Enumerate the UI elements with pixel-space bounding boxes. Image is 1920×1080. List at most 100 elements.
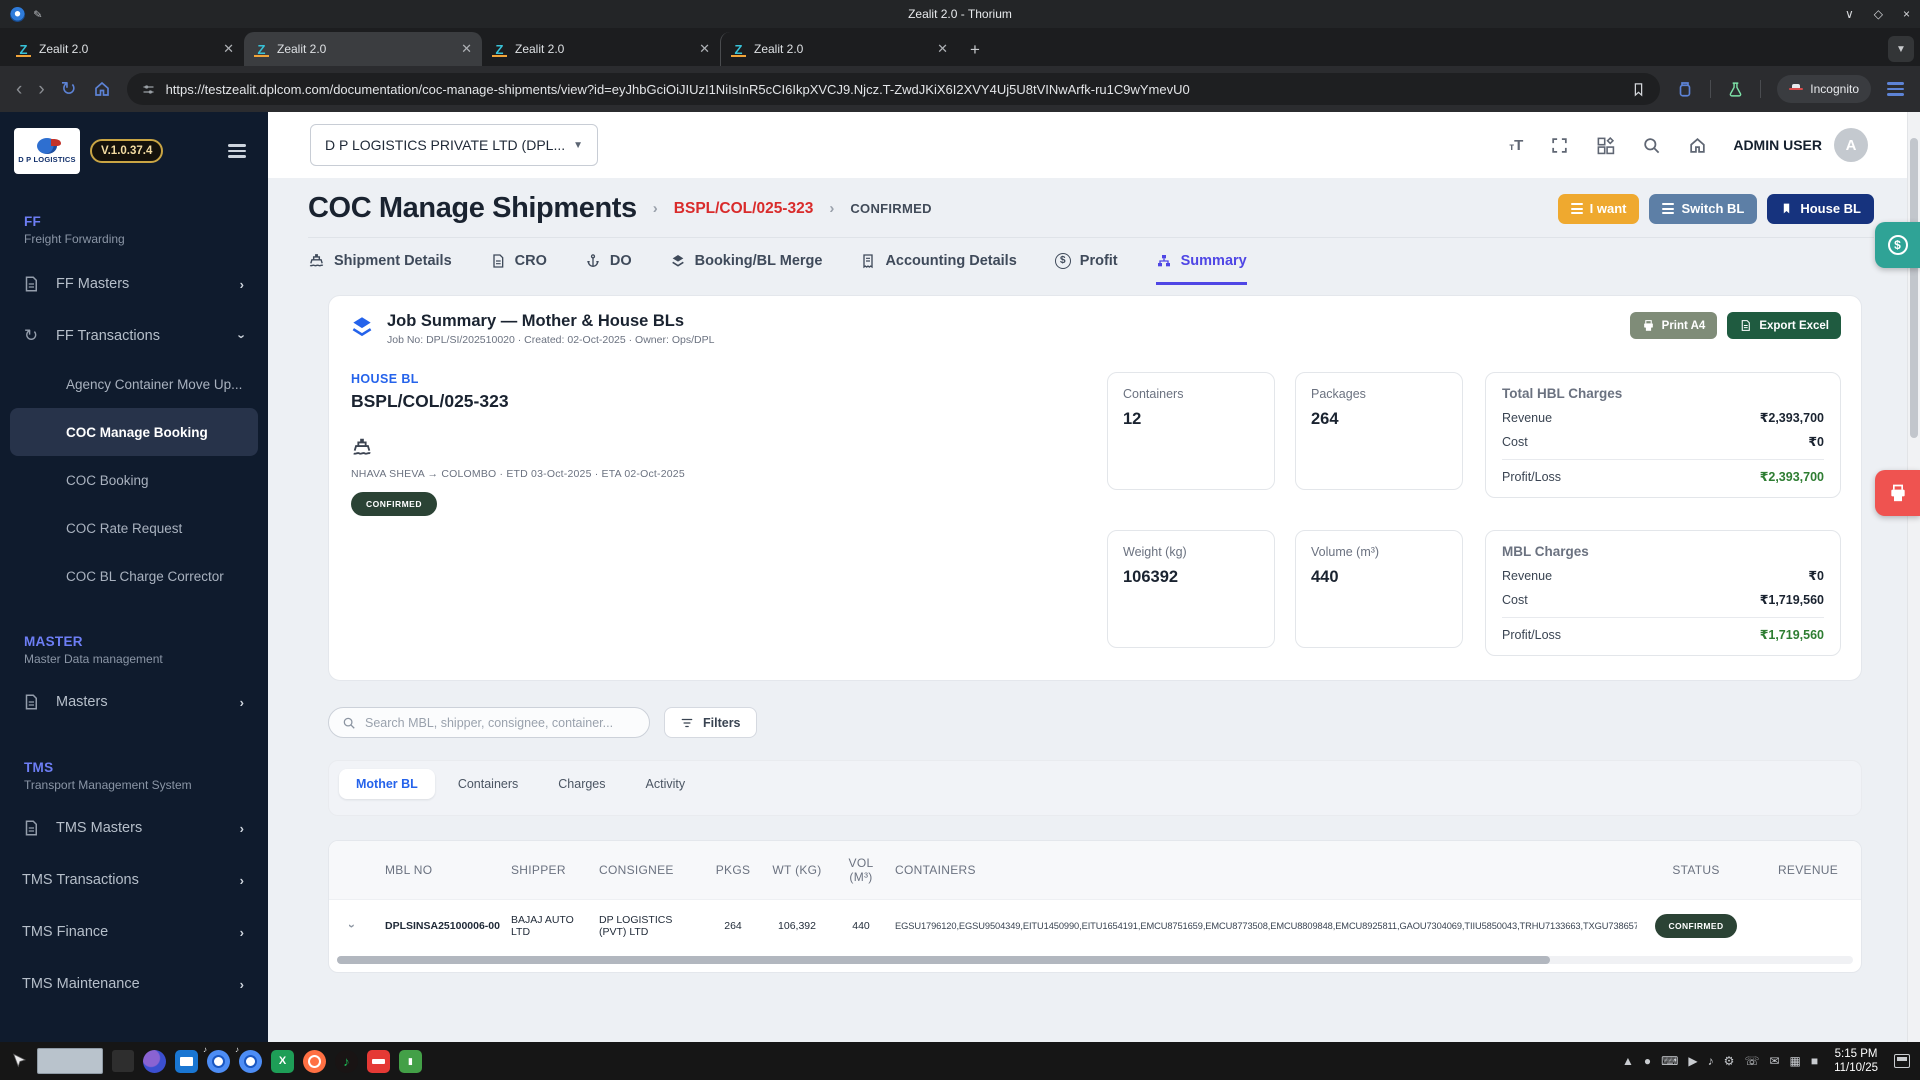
tray-display-icon[interactable]: ▦: [1789, 1054, 1800, 1068]
tray-phone-icon[interactable]: ☏: [1744, 1054, 1759, 1068]
tab-close-icon[interactable]: ✕: [461, 41, 472, 57]
vertical-scrollbar-thumb[interactable]: [1910, 138, 1918, 438]
tray-icon[interactable]: ▲: [1622, 1054, 1634, 1068]
horizontal-scrollbar-thumb[interactable]: [337, 956, 1550, 964]
taskbar-app-chromium-icon[interactable]: ♪: [203, 1045, 230, 1073]
row-expander-icon[interactable]: ›: [329, 919, 385, 933]
tab-shipment-details[interactable]: Shipment Details: [308, 252, 452, 285]
taskbar-app-music-icon[interactable]: [335, 1049, 358, 1073]
fullscreen-icon[interactable]: [1550, 136, 1569, 155]
subtab-mother-bl[interactable]: Mother BL: [339, 769, 435, 799]
currency-fab-button[interactable]: $: [1875, 222, 1920, 268]
i-want-button[interactable]: I want: [1557, 193, 1640, 224]
tray-settings-icon[interactable]: ⚙: [1724, 1054, 1735, 1068]
table-row[interactable]: › DPLSINSA25100006-00 BAJAJ AUTO LTD DP …: [329, 899, 1861, 956]
search-input[interactable]: [365, 715, 636, 730]
browser-home-button[interactable]: [93, 80, 111, 98]
tab-do[interactable]: DO: [585, 252, 632, 285]
sidebar-item-ff-transactions[interactable]: ↻ FF Transactions ›: [0, 312, 268, 360]
tab-accounting-details[interactable]: Accounting Details: [860, 252, 1017, 285]
reload-button[interactable]: ↻: [61, 80, 77, 99]
tray-volume-icon[interactable]: ♪: [1708, 1054, 1714, 1068]
browser-tab-3[interactable]: Z Zealit 2.0 ✕: [482, 32, 720, 66]
taskbar-clock[interactable]: 5:15 PM 11/10/25: [1834, 1047, 1878, 1076]
subtab-activity[interactable]: Activity: [629, 769, 703, 799]
sidebar-subitem-coc-bl-charge-corrector[interactable]: COC BL Charge Corrector: [10, 552, 258, 600]
minimize-button[interactable]: ∨: [1845, 7, 1854, 21]
print-fab-button[interactable]: [1875, 470, 1920, 516]
notifications-icon[interactable]: [1894, 1054, 1910, 1068]
url-bar[interactable]: https://testzealit.dplcom.com/documentat…: [126, 73, 1661, 105]
breadcrumb-job-ref[interactable]: BSPL/COL/025-323: [674, 200, 814, 218]
sidebar-item-tms-finance[interactable]: TMS Finance ›: [0, 908, 268, 956]
sidebar-subitem-coc-rate-request[interactable]: COC Rate Request: [10, 504, 258, 552]
taskbar-app-red-icon[interactable]: [367, 1049, 390, 1073]
flask-extension-icon[interactable]: [1727, 81, 1744, 98]
tray-icon[interactable]: ▶: [1688, 1054, 1697, 1068]
tray-icon[interactable]: ●: [1644, 1054, 1651, 1068]
taskbar-app-window-icon[interactable]: [175, 1049, 198, 1073]
tray-icon[interactable]: ⌨: [1661, 1054, 1678, 1068]
apps-grid-icon[interactable]: [1596, 136, 1615, 155]
document-icon: [22, 275, 40, 293]
taskbar-app-icon[interactable]: [112, 1050, 134, 1072]
tray-mail-icon[interactable]: ✉: [1769, 1054, 1779, 1068]
avatar[interactable]: A: [1834, 128, 1868, 162]
company-selector[interactable]: D P LOGISTICS PRIVATE LTD (DPL... ▼: [310, 124, 598, 166]
browser-tab-4[interactable]: Z Zealit 2.0 ✕: [720, 32, 958, 66]
print-a4-button[interactable]: Print A4: [1629, 312, 1718, 339]
new-tab-button[interactable]: +: [958, 40, 992, 66]
sidebar-item-tms-maintenance[interactable]: TMS Maintenance ›: [0, 960, 268, 1008]
cursor-start-icon[interactable]: [10, 1052, 28, 1070]
pin-icon: ✏: [29, 6, 45, 22]
sidebar-subitem-agency-container-move-up[interactable]: Agency Container Move Up...: [10, 360, 258, 408]
taskbar-app-recorder-icon[interactable]: [303, 1049, 326, 1073]
tab-close-icon[interactable]: ✕: [937, 41, 948, 57]
active-window-button[interactable]: [37, 1048, 103, 1074]
tab-cro[interactable]: CRO: [490, 252, 547, 285]
close-button[interactable]: ×: [1903, 7, 1910, 21]
sidebar-item-masters[interactable]: Masters ›: [0, 678, 268, 726]
tab-list-dropdown[interactable]: ▼: [1888, 36, 1914, 62]
sidebar-item-label: TMS Maintenance: [22, 976, 140, 992]
tab-close-icon[interactable]: ✕: [699, 41, 710, 57]
bookmark-icon[interactable]: [1631, 82, 1646, 97]
taskbar-app-green-icon[interactable]: [399, 1049, 422, 1073]
tab-close-icon[interactable]: ✕: [223, 41, 234, 57]
taskbar-app-browser-icon[interactable]: [143, 1049, 166, 1073]
back-button[interactable]: ‹: [16, 80, 22, 99]
site-settings-icon[interactable]: [141, 82, 156, 97]
browser-menu-icon[interactable]: [1887, 82, 1904, 96]
browser-tab-2-active[interactable]: Z Zealit 2.0 ✕: [244, 32, 482, 66]
sidebar-item-label: Masters: [56, 694, 108, 710]
subtab-containers[interactable]: Containers: [441, 769, 535, 799]
maximize-button[interactable]: ◇: [1874, 7, 1883, 21]
job-summary-title: Job Summary — Mother & House BLs: [387, 312, 685, 330]
export-excel-button[interactable]: Export Excel: [1727, 312, 1841, 339]
taskbar-app-chromium-icon[interactable]: ♪: [235, 1045, 262, 1073]
switch-bl-button[interactable]: Switch BL: [1649, 193, 1758, 224]
taskbar-app-spreadsheet-icon[interactable]: X: [271, 1049, 294, 1073]
search-icon[interactable]: [1642, 136, 1661, 155]
tray-icon[interactable]: ■: [1811, 1054, 1818, 1068]
tab-profit[interactable]: $ Profit: [1054, 252, 1118, 285]
sidebar-subitem-coc-manage-booking[interactable]: COC Manage Booking: [10, 408, 258, 456]
horizontal-scrollbar[interactable]: [337, 956, 1853, 964]
sidebar-subitem-coc-booking[interactable]: COC Booking: [10, 456, 258, 504]
sidebar-item-ff-masters[interactable]: FF Masters ›: [0, 260, 268, 308]
filters-button[interactable]: Filters: [664, 707, 757, 738]
subtab-charges[interactable]: Charges: [541, 769, 622, 799]
sidebar-item-tms-masters[interactable]: TMS Masters ›: [0, 804, 268, 852]
extension-jar-icon[interactable]: [1676, 80, 1694, 98]
tab-summary[interactable]: Summary: [1155, 252, 1247, 285]
home-icon[interactable]: [1688, 136, 1707, 155]
sidebar-collapse-icon[interactable]: [228, 144, 254, 158]
col-revenue: REVENUE: [1777, 863, 1839, 877]
tab-booking-bl-merge[interactable]: Booking/BL Merge: [670, 252, 822, 285]
browser-tab-1[interactable]: Z Zealit 2.0 ✕: [6, 32, 244, 66]
forward-button[interactable]: ›: [38, 80, 44, 99]
house-bl-button[interactable]: House BL: [1767, 193, 1874, 224]
mother-bl-table: MBL NO SHIPPER CONSIGNEE PKGS WT (KG) VO…: [328, 840, 1862, 973]
sidebar-item-tms-transactions[interactable]: TMS Transactions ›: [0, 856, 268, 904]
text-size-icon[interactable]: тT: [1509, 137, 1523, 154]
